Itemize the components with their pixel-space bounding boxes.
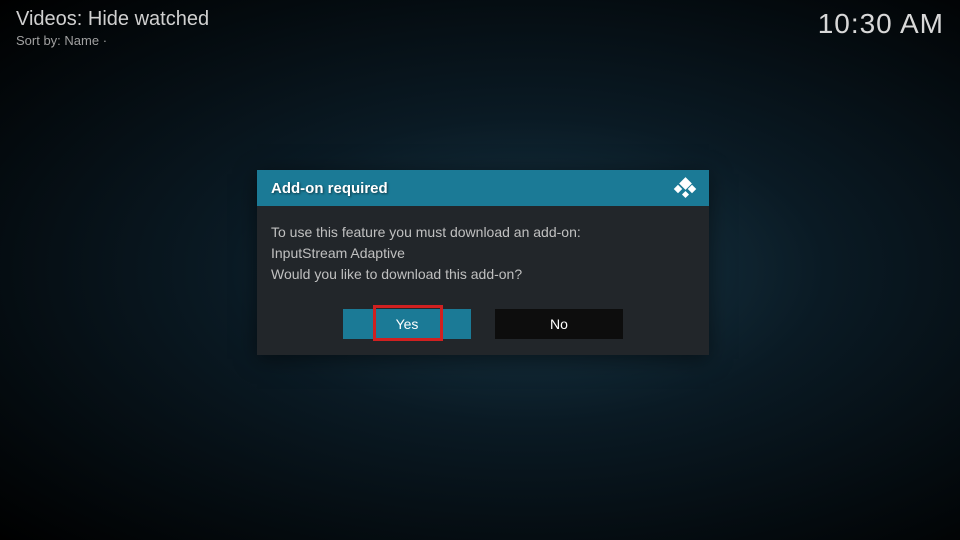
- header-left: Videos: Hide watched Sort by: Name ·: [16, 8, 209, 48]
- page-header: Videos: Hide watched Sort by: Name · 10:…: [16, 8, 944, 48]
- dialog-body: To use this feature you must download an…: [257, 206, 709, 309]
- addon-required-dialog: Add-on required To use this feature you …: [257, 170, 709, 355]
- clock: 10:30 AM: [818, 8, 944, 40]
- dialog-message-line1: To use this feature you must download an…: [271, 222, 695, 243]
- dialog-title: Add-on required: [271, 180, 388, 197]
- no-button[interactable]: No: [495, 309, 623, 339]
- dialog-header: Add-on required: [257, 170, 709, 206]
- kodi-icon: [675, 178, 695, 198]
- yes-button[interactable]: Yes: [343, 309, 471, 339]
- sort-by-label[interactable]: Sort by: Name ·: [16, 33, 209, 48]
- dialog-message-line2: InputStream Adaptive: [271, 243, 695, 264]
- dialog-buttons: Yes No: [257, 309, 709, 355]
- page-title: Videos: Hide watched: [16, 8, 209, 31]
- yes-button-label: Yes: [396, 316, 419, 332]
- no-button-label: No: [550, 316, 568, 332]
- dialog-message-line3: Would you like to download this add-on?: [271, 264, 695, 285]
